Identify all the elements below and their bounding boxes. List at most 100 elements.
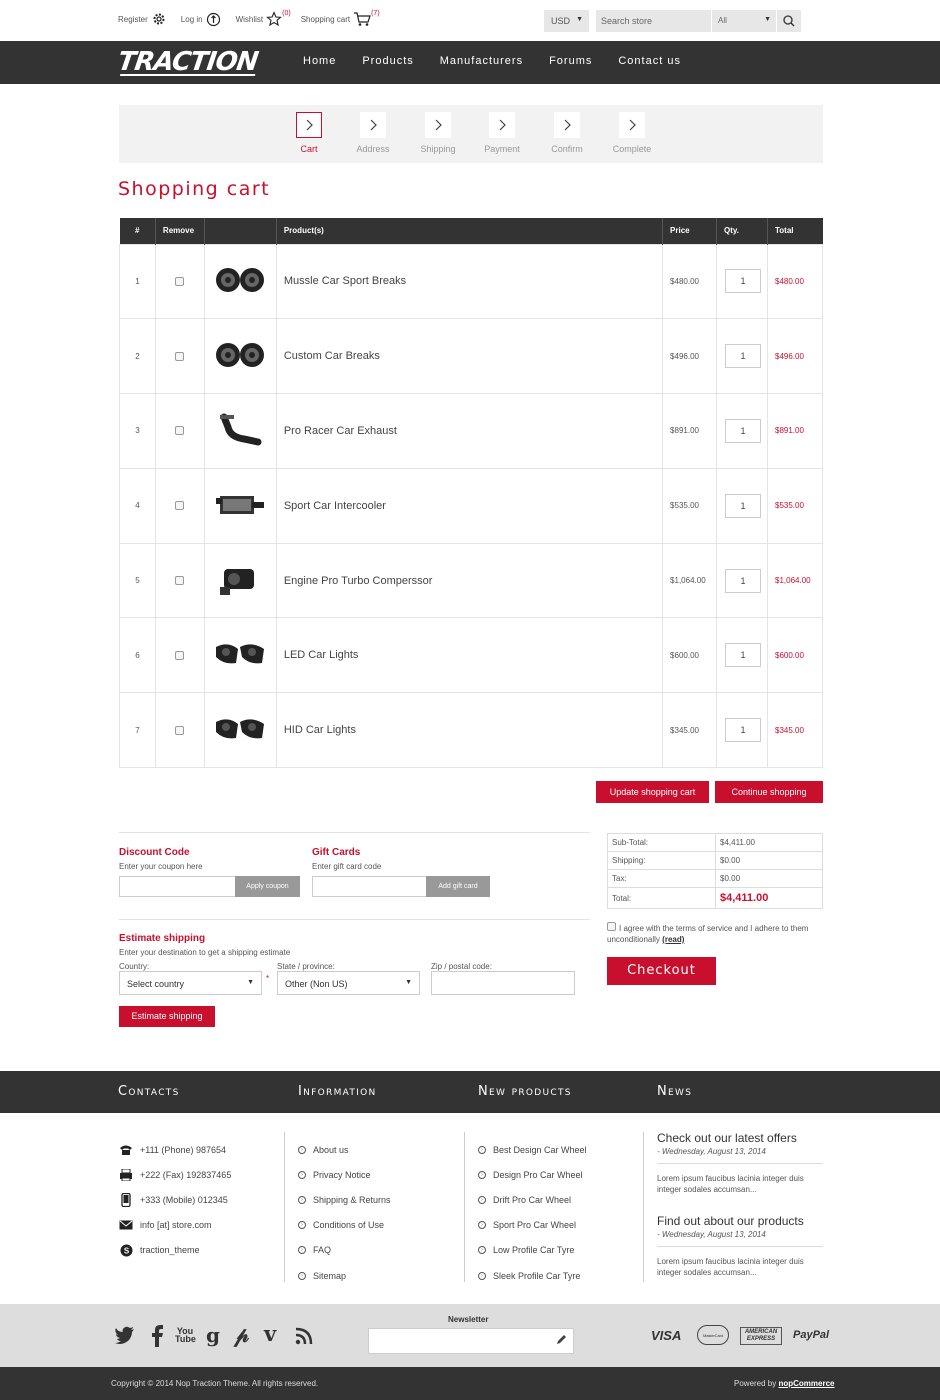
cart-link[interactable]: Shopping cart (7) <box>301 10 380 27</box>
continue-shopping-button[interactable]: Continue shopping <box>715 781 823 803</box>
product-image[interactable] <box>203 542 277 619</box>
logo[interactable]: TRACTION <box>116 47 260 77</box>
unit-price: $600.00 <box>662 617 718 694</box>
qty-cell: 1 <box>716 318 768 395</box>
estimate-shipping-button[interactable]: Estimate shipping <box>119 1006 215 1027</box>
chevron-circle-right-icon: › <box>478 1195 486 1204</box>
twitter-icon[interactable] <box>114 1325 136 1345</box>
step-shipping: Shipping <box>413 112 463 154</box>
gift-card-input[interactable] <box>312 876 427 897</box>
chevron-right-icon <box>564 119 571 131</box>
checkout-button[interactable]: Checkout <box>607 957 716 985</box>
step-address: Address <box>348 112 398 154</box>
quantity-input[interactable]: 1 <box>725 344 762 369</box>
news-item: Check out our latest offers - Wednesday,… <box>657 1131 823 1195</box>
footer-link[interactable]: › Low Profile Car Tyre <box>478 1238 587 1263</box>
currency-select[interactable]: USD ▼ <box>544 10 589 32</box>
newsletter-input[interactable] <box>368 1328 574 1354</box>
remove-checkbox[interactable] <box>175 276 185 286</box>
footer-link[interactable]: › Sleek Profile Car Tyre <box>478 1263 587 1288</box>
terms-read-link[interactable]: (read) <box>662 935 684 944</box>
quantity-input[interactable]: 1 <box>725 568 762 593</box>
footer-link[interactable]: › Sitemap <box>298 1263 391 1288</box>
product-name-link[interactable]: Custom Car Breaks <box>275 318 664 395</box>
gift-hint: Enter gift card code <box>312 862 382 871</box>
footer-link[interactable]: › Conditions of Use <box>298 1213 391 1238</box>
google-plus-icon[interactable]: g <box>206 1323 220 1347</box>
nav-products[interactable]: Products <box>362 55 413 67</box>
youtube-icon[interactable]: You Tube <box>175 1327 196 1344</box>
quantity-input[interactable]: 1 <box>725 493 762 518</box>
remove-checkbox[interactable] <box>175 650 185 660</box>
rss-icon[interactable] <box>295 1327 313 1345</box>
product-name-link[interactable]: Engine Pro Turbo Comperssor <box>275 542 664 619</box>
product-name-link[interactable]: Sport Car Intercooler <box>275 467 664 544</box>
footer-link-label: Best Design Car Wheel <box>493 1144 587 1155</box>
col-price: Price <box>662 218 718 244</box>
product-image[interactable] <box>203 467 277 544</box>
footer-link-label: Drift Pro Car Wheel <box>493 1194 572 1205</box>
quantity-input[interactable]: 1 <box>725 269 762 294</box>
remove-checkbox[interactable] <box>175 501 185 511</box>
product-image[interactable] <box>203 692 277 769</box>
footer-link[interactable]: › Design Pro Car Wheel <box>478 1162 587 1187</box>
nav-manufacturers[interactable]: Manufacturers <box>440 55 523 67</box>
country-select[interactable]: Select country ▼ <box>119 971 262 995</box>
nopcommerce-link[interactable]: nopCommerce <box>778 1379 834 1388</box>
facebook-icon[interactable] <box>150 1325 164 1347</box>
quantity-input[interactable]: 1 <box>725 418 762 443</box>
header-links: Register Log in Wishlist (0) Shopping ca… <box>118 10 390 27</box>
search-button[interactable] <box>777 10 801 32</box>
nav-contact-us[interactable]: Contact us <box>618 55 681 67</box>
remove-checkbox[interactable] <box>175 576 185 586</box>
news-title[interactable]: Find out about our products <box>657 1214 823 1228</box>
zip-input[interactable] <box>431 971 575 995</box>
nav-home[interactable]: Home <box>303 55 336 67</box>
remove-checkbox[interactable] <box>175 351 185 361</box>
mastercard-logo: MasterCard <box>697 1325 729 1345</box>
pinterest-icon[interactable]: 𝓅 <box>234 1322 249 1348</box>
register-link[interactable]: Register <box>118 11 167 27</box>
quantity-input[interactable]: 1 <box>725 643 762 668</box>
footer-link[interactable]: › Drift Pro Car Wheel <box>478 1187 587 1212</box>
tax-row: Tax: $0.00 <box>607 869 823 888</box>
product-name-link[interactable]: LED Car Lights <box>275 617 664 694</box>
row-total: $891.00 <box>767 393 823 469</box>
product-image[interactable] <box>203 318 277 395</box>
login-link[interactable]: Log in <box>181 12 221 27</box>
step-label: Cart <box>300 144 318 154</box>
step-cart[interactable]: Cart <box>284 112 334 154</box>
news-title[interactable]: Check out our latest offers <box>657 1131 823 1145</box>
search-input[interactable]: Search store <box>596 10 711 32</box>
state-select[interactable]: Other (Non US) ▼ <box>277 971 420 995</box>
remove-checkbox[interactable] <box>175 426 185 436</box>
pencil-icon[interactable] <box>555 1334 567 1346</box>
product-image[interactable] <box>203 617 277 694</box>
add-gift-card-button[interactable]: Add gift card <box>426 876 490 897</box>
wishlist-link[interactable]: Wishlist (0) <box>236 10 291 27</box>
product-name-link[interactable]: Mussle Car Sport Breaks <box>275 243 664 320</box>
vimeo-icon[interactable]: v <box>264 1321 276 1346</box>
quantity-input[interactable]: 1 <box>725 718 762 743</box>
footer-link[interactable]: › About us <box>298 1137 391 1162</box>
footer-link[interactable]: › Privacy Notice <box>298 1162 391 1187</box>
footer-link[interactable]: › FAQ <box>298 1238 391 1263</box>
coupon-input[interactable] <box>119 876 236 897</box>
footer-link[interactable]: › Sport Pro Car Wheel <box>478 1213 587 1238</box>
footer-link[interactable]: › Shipping & Returns <box>298 1187 391 1212</box>
caret-down-icon: ▼ <box>405 979 412 986</box>
nav-forums[interactable]: Forums <box>549 55 592 67</box>
update-cart-button[interactable]: Update shopping cart <box>596 781 709 803</box>
copyright-bar: Copyright © 2014 Nop Traction Theme. All… <box>0 1367 940 1400</box>
product-name-link[interactable]: HID Car Lights <box>275 692 664 769</box>
footer-link[interactable]: › Best Design Car Wheel <box>478 1137 587 1162</box>
apply-coupon-button[interactable]: Apply coupon <box>235 876 300 897</box>
search-category-select[interactable]: All ▼ <box>712 10 776 32</box>
remove-checkbox[interactable] <box>175 725 185 735</box>
footer-link-label: Sport Pro Car Wheel <box>493 1220 577 1231</box>
chevron-right-icon <box>306 119 313 131</box>
product-name-link[interactable]: Pro Racer Car Exhaust <box>275 393 664 469</box>
intercooler-icon <box>214 495 266 524</box>
product-image[interactable] <box>203 243 277 320</box>
product-image[interactable] <box>203 393 277 469</box>
